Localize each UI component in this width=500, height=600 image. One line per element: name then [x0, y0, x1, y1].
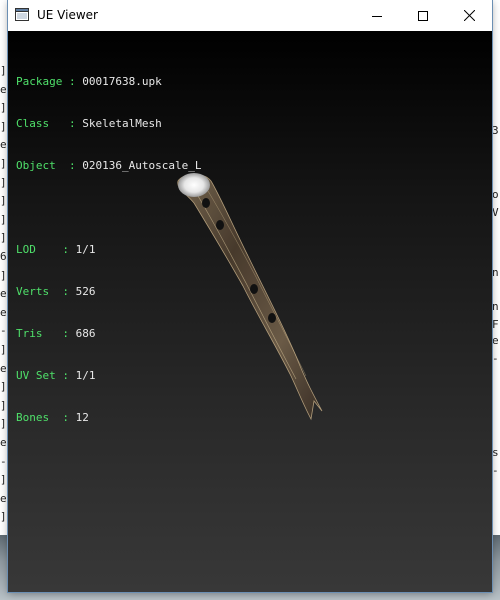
background-glyph: e — [0, 436, 7, 449]
background-glyph: n — [492, 266, 499, 279]
background-glyph: e — [0, 361, 7, 375]
mesh-body — [177, 173, 323, 421]
background-glyph: - — [0, 454, 7, 468]
background-glyph: ] — [0, 212, 7, 226]
background-glyph: ] — [0, 268, 7, 282]
background-app-left-edge: ] e]] e]]]]] 6] e e -] e]]] e -] e] — [0, 0, 8, 600]
minimize-icon — [372, 15, 382, 17]
background-glyph: ] — [0, 417, 7, 431]
background-glyph: ] — [0, 510, 7, 524]
background-glyph: e — [0, 138, 7, 152]
background-glyph: - — [492, 352, 499, 365]
background-glyph: n — [492, 300, 499, 313]
background-glyph: 3 — [492, 124, 499, 137]
background-glyph: V — [492, 206, 499, 219]
background-glyph: e — [492, 334, 499, 347]
mesh-tip-highlight — [178, 173, 210, 197]
background-glyph: ] — [0, 231, 7, 245]
window-title: UE Viewer — [37, 8, 98, 22]
background-glyph: s — [492, 446, 499, 459]
background-glyph: ] — [0, 157, 7, 170]
background-glyph: e — [0, 287, 7, 301]
minimize-button[interactable] — [354, 0, 400, 31]
maximize-button[interactable] — [400, 0, 446, 31]
ue-viewer-window[interactable]: UE Viewer Package : 00017638.upk Class :… — [8, 0, 492, 592]
background-glyph: ] — [0, 175, 7, 189]
close-icon — [463, 10, 475, 21]
background-glyph: ] — [0, 101, 7, 115]
close-button[interactable] — [446, 0, 492, 31]
background-app-right-edge: 3oVnnFe-s- — [492, 0, 500, 600]
background-glyph: o — [492, 188, 499, 201]
background-glyph: - — [492, 464, 499, 477]
background-glyph: F — [492, 318, 499, 331]
window-app-icon — [15, 8, 29, 21]
skeletal-mesh-render[interactable] — [8, 31, 492, 592]
background-glyph: ] — [0, 398, 7, 412]
background-glyph: ] — [0, 473, 7, 487]
background-glyph: ] — [0, 343, 7, 356]
background-glyph: ] — [0, 119, 7, 133]
maximize-icon — [418, 10, 428, 21]
background-glyph: e — [0, 491, 7, 505]
background-glyph: - — [0, 324, 7, 338]
background-glyph: ] — [0, 194, 7, 208]
background-glyph: 6 — [0, 250, 7, 263]
3d-viewport[interactable]: Package : 00017638.upk Class : SkeletalM… — [8, 31, 492, 592]
background-glyph: e — [0, 82, 7, 96]
title-bar[interactable]: UE Viewer — [8, 0, 492, 31]
background-glyph: e — [0, 305, 7, 319]
background-glyph: ] — [0, 380, 7, 394]
background-glyph: ] — [0, 64, 7, 77]
